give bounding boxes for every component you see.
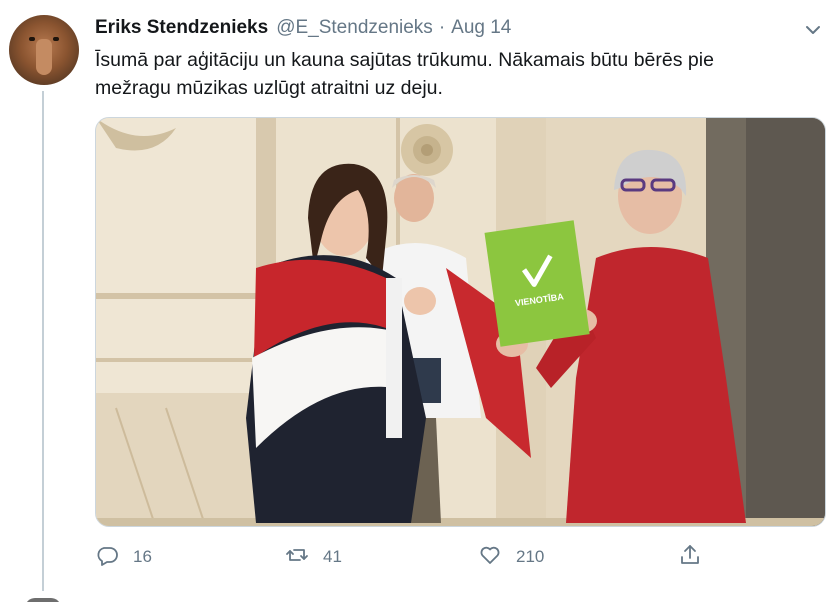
tweet-photo[interactable]: VIENOTĪBA bbox=[95, 117, 826, 527]
tweet-header: Eriks Stendzenieks @E_Stendzenieks · Aug… bbox=[95, 17, 511, 43]
retweet-icon bbox=[285, 543, 309, 572]
next-tweet-avatar[interactable] bbox=[25, 598, 61, 602]
reply-icon bbox=[95, 543, 119, 572]
tweet[interactable]: Eriks Stendzenieks @E_Stendzenieks · Aug… bbox=[0, 0, 837, 602]
retweet-button[interactable]: 41 bbox=[285, 540, 342, 574]
heart-icon bbox=[478, 543, 502, 572]
tweet-text-line: Īsumā par aģitāciju un kauna sajūtas trū… bbox=[95, 49, 714, 71]
author-handle[interactable]: @E_Stendzenieks bbox=[276, 17, 433, 39]
tweet-text-line: mežragu mūzikas uzlūgt atraitni uz deju. bbox=[95, 77, 443, 99]
thread-line bbox=[42, 91, 44, 591]
green-folder: VIENOTĪBA bbox=[484, 220, 590, 347]
reply-count: 16 bbox=[133, 547, 152, 566]
share-icon bbox=[678, 543, 702, 572]
chevron-down-icon[interactable] bbox=[803, 20, 823, 40]
tweet-text: Īsumā par aģitāciju un kauna sajūtas trū… bbox=[95, 46, 815, 102]
like-count: 210 bbox=[516, 547, 545, 566]
avatar-column bbox=[9, 15, 79, 85]
share-button[interactable] bbox=[678, 540, 702, 574]
tweet-date[interactable]: Aug 14 bbox=[451, 17, 511, 39]
like-button[interactable]: 210 bbox=[478, 540, 544, 574]
separator-dot: · bbox=[438, 17, 446, 38]
retweet-count: 41 bbox=[323, 547, 342, 566]
reply-button[interactable]: 16 bbox=[95, 540, 152, 574]
photo-scene: VIENOTĪBA bbox=[96, 118, 825, 526]
tweet-actions: 16 41 210 bbox=[95, 540, 715, 574]
author-name[interactable]: Eriks Stendzenieks bbox=[95, 17, 268, 39]
avatar[interactable] bbox=[9, 15, 79, 85]
